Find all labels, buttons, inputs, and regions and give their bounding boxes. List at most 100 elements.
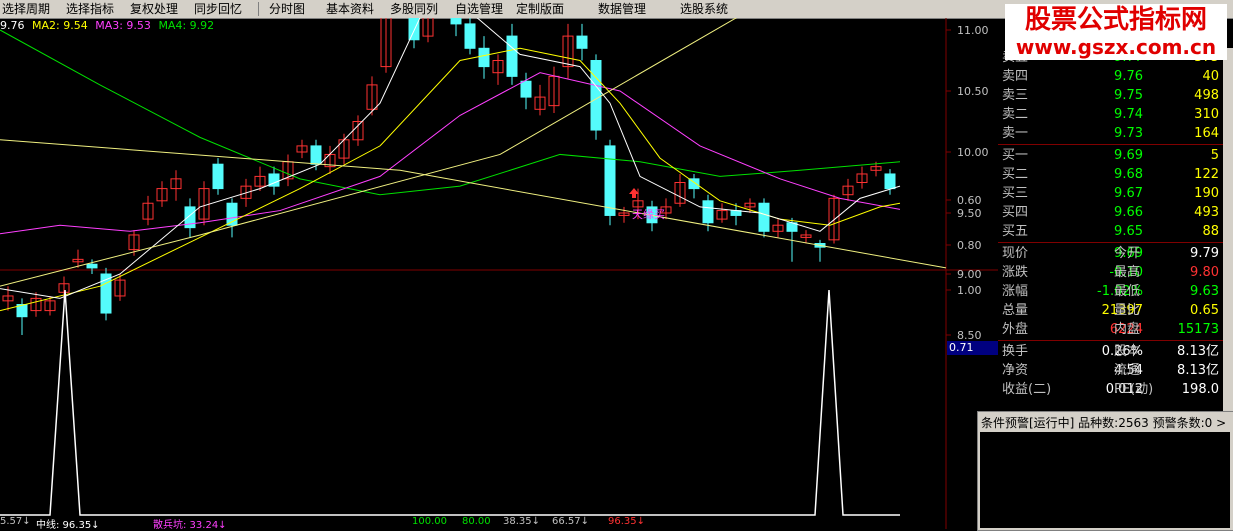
bottom-indicator-6: 66.57↓ <box>552 516 590 527</box>
trend-line-upper <box>0 18 737 287</box>
menu-item-5[interactable]: 基本资料 <box>326 2 374 16</box>
quote-row: 现价 9.69 今开 9.79 <box>998 244 1223 263</box>
quote-row-label: 涨跌 <box>1002 265 1029 280</box>
sell-row-value2: 310 <box>1194 107 1219 122</box>
buy-row-label: 买二 <box>1002 167 1029 182</box>
quote-row-value2: 9.63 <box>1190 284 1219 299</box>
stats-row-value2: 198.0 <box>1181 382 1219 397</box>
menu-item-1[interactable]: 选择指标 <box>66 2 114 16</box>
ma1-line <box>0 18 901 299</box>
buy-row: 买四 9.66 493 <box>998 203 1223 222</box>
sell-row-value: 9.74 <box>1114 107 1143 122</box>
menu-item-0[interactable]: 选择周期 <box>2 2 50 16</box>
ma4-line <box>0 29 901 196</box>
menu-item-3[interactable]: 同步回忆 <box>194 2 242 16</box>
price-tick-label: 9.50 <box>957 207 982 220</box>
quote-row: 总量 21397 量比 0.65 <box>998 301 1223 320</box>
quote-row-label2: 最高 <box>1114 265 1141 280</box>
alert-window[interactable]: 条件预警[运行中] 品种数:2563 预警条数:0 > <box>977 411 1233 531</box>
stats-row-label: 换手 <box>1002 344 1029 359</box>
quote-row-value2: 0.65 <box>1190 303 1219 318</box>
indicator-tick-label: 0.60 <box>957 194 982 207</box>
candle-body <box>478 47 490 68</box>
stats-row: 收益(二) 0.012 PE(动) 198.0 <box>998 380 1223 399</box>
panel-divider <box>998 144 1223 145</box>
quote-panel: 卖五9.77375卖四9.7640卖三9.75498卖二9.74310卖一9.7… <box>998 48 1223 411</box>
candle-body <box>506 35 518 77</box>
buy-row-value: 9.66 <box>1114 205 1143 220</box>
sell-row: 卖四 9.76 40 <box>998 67 1223 86</box>
buy-row: 买三 9.67 190 <box>998 184 1223 203</box>
menu-item-10[interactable]: 选股系统 <box>680 2 728 16</box>
menu-item-7[interactable]: 自选管理 <box>455 2 503 16</box>
menu-item-9[interactable]: 数据管理 <box>598 2 646 16</box>
sell-row: 卖二 9.74 310 <box>998 105 1223 124</box>
candle-body <box>86 263 98 269</box>
sell-row-label: 卖一 <box>1002 126 1029 141</box>
sell-row-label: 卖二 <box>1002 107 1029 122</box>
bottom-indicator-4: 80.00 <box>462 516 491 527</box>
candle-body <box>758 202 770 232</box>
current-value-badge: 0.71 <box>947 341 999 355</box>
quote-row-label: 现价 <box>1002 246 1029 261</box>
indicator-tick-label: 1.00 <box>957 284 982 297</box>
buy-row: 买五 9.65 88 <box>998 222 1223 241</box>
buy-row-value2: 88 <box>1202 224 1219 239</box>
buy-row-label: 买四 <box>1002 205 1029 220</box>
bottom-indicator-0: 5.57↓ <box>0 516 31 527</box>
buy-row: 买一 9.69 5 <box>998 146 1223 165</box>
candle-body <box>884 173 896 190</box>
candle-body <box>408 18 420 41</box>
quote-row-label2: 今开 <box>1114 246 1141 261</box>
sell-row-label: 卖四 <box>1002 69 1029 84</box>
candle-body <box>576 35 588 49</box>
stats-row-label2: 流通 <box>1114 363 1141 378</box>
buy-row-label: 买三 <box>1002 186 1029 201</box>
candle-body <box>212 163 224 190</box>
signal-label: 天缘买 <box>632 208 665 221</box>
price-tick-label: 9.00 <box>957 268 982 281</box>
price-tick-label: 10.50 <box>957 85 989 98</box>
stats-row-label2: PE(动) <box>1114 382 1154 397</box>
quote-row: 涨跌 -0.10 最高 9.80 <box>998 263 1223 282</box>
stats-row-label2: 股本 <box>1114 344 1141 359</box>
panel-divider <box>998 242 1223 243</box>
indicator-line <box>0 289 900 516</box>
stats-row-value2: 8.13亿 <box>1177 363 1219 378</box>
sell-row-value2: 164 <box>1194 126 1219 141</box>
menu-item-2[interactable]: 复权处理 <box>130 2 178 16</box>
price-tick-label: 11.00 <box>957 24 989 37</box>
indicator-tick-label: 0.80 <box>957 239 982 252</box>
buy-row-value2: 493 <box>1194 205 1219 220</box>
quote-row: 外盘 6224 内盘 15173 <box>998 320 1223 339</box>
bottom-indicator-3: 100.00 <box>412 516 447 527</box>
kline-chart[interactable]: 11.5011.0010.5010.009.509.008.501.000.80… <box>0 18 1000 529</box>
watermark-logo: 股票公式指标网 www.gszx.com.cn <box>1005 4 1227 60</box>
menu-item-8[interactable]: 定制版面 <box>516 2 564 16</box>
candle-body <box>520 80 532 98</box>
stats-row-label: 净资 <box>1002 363 1029 378</box>
buy-row: 买二 9.68 122 <box>998 165 1223 184</box>
candle-body <box>310 145 322 165</box>
menu-item-4[interactable]: 分时图 <box>269 2 305 16</box>
panel-divider <box>998 340 1223 341</box>
stats-row: 换手 0.26% 股本 8.13亿 <box>998 342 1223 361</box>
buy-row-value: 9.68 <box>1114 167 1143 182</box>
sell-row-value: 9.73 <box>1114 126 1143 141</box>
buy-row-value2: 5 <box>1210 148 1219 163</box>
candle-body <box>702 200 714 224</box>
price-tick-label: 10.00 <box>957 146 989 159</box>
quote-row-label2: 内盘 <box>1114 322 1141 337</box>
sell-row-label: 卖三 <box>1002 88 1029 103</box>
candle-body <box>464 23 476 49</box>
watermark-title: 股票公式指标网 <box>1024 5 1207 35</box>
quote-row-label: 总量 <box>1002 303 1029 318</box>
candle-body <box>604 145 616 216</box>
candle-body <box>590 60 602 131</box>
bottom-indicator-7: 96.35↓ <box>608 516 646 527</box>
watermark-url: www.gszx.com.cn <box>1015 35 1217 59</box>
buy-row-label: 买一 <box>1002 148 1029 163</box>
trend-line-lower <box>0 139 947 269</box>
alert-body <box>980 432 1230 528</box>
menu-item-6[interactable]: 多股同列 <box>390 2 438 16</box>
